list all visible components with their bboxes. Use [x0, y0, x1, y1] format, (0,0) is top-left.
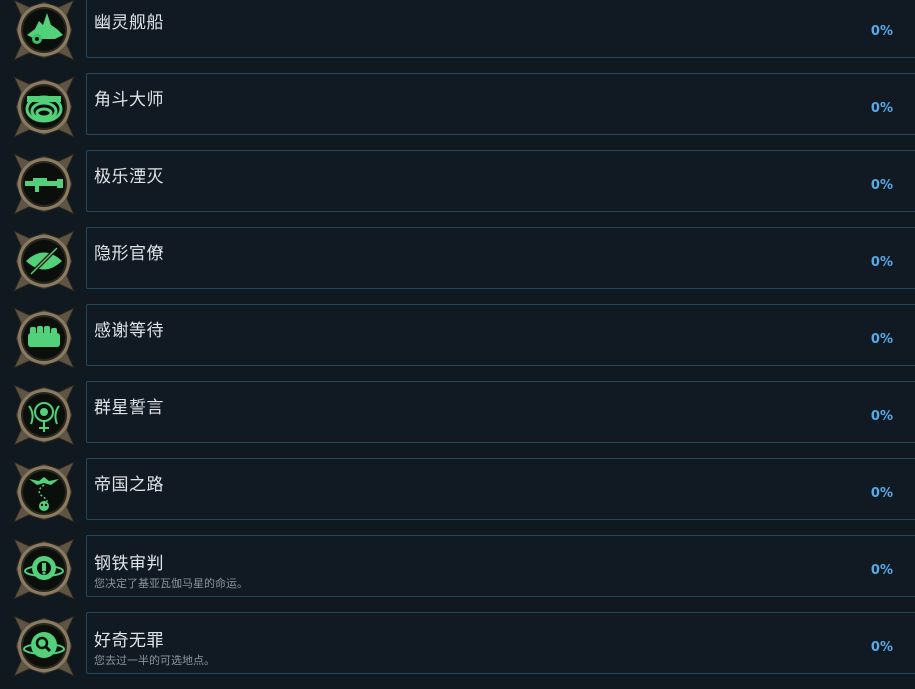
- achievement-row[interactable]: 角斗大师 0%: [0, 73, 915, 150]
- hidden-eye-icon: [13, 230, 75, 292]
- unlock-percentage: 0%: [870, 563, 893, 578]
- imperial-path-icon: [13, 461, 75, 523]
- arena-rings-icon: [13, 76, 75, 138]
- achievement-row[interactable]: 隐形官僚 0%: [0, 227, 915, 304]
- achievement-row[interactable]: 感谢等待 0%: [0, 304, 915, 381]
- achievement-row[interactable]: 幽灵舰船 0%: [0, 0, 915, 73]
- unlock-percentage: 0%: [870, 255, 893, 270]
- achievement-title: 极乐湮灭: [94, 167, 164, 187]
- ghost-ship-icon: [13, 0, 75, 61]
- achievement-panel: 角斗大师 0%: [86, 73, 915, 135]
- achievement-row[interactable]: 好奇无罪 您去过一半的可选地点。 0%: [0, 612, 915, 689]
- achievement-panel: 好奇无罪 您去过一半的可选地点。 0%: [86, 612, 915, 674]
- achievement-panel: 隐形官僚 0%: [86, 227, 915, 289]
- achievement-panel: 钢铁审判 您决定了基亚瓦伽马星的命运。 0%: [86, 535, 915, 597]
- achievement-row[interactable]: 极乐湮灭 0%: [0, 150, 915, 227]
- unlock-percentage: 0%: [870, 101, 893, 116]
- achievement-title: 帝国之路: [94, 475, 164, 495]
- magnifier-planet-icon: [13, 615, 75, 677]
- achievement-description: 您决定了基亚瓦伽马星的命运。: [94, 577, 248, 590]
- achievement-row[interactable]: 钢铁审判 您决定了基亚瓦伽马星的命运。 0%: [0, 535, 915, 612]
- achievement-row[interactable]: 群星誓言 0%: [0, 381, 915, 458]
- achievement-title: 隐形官僚: [94, 244, 164, 264]
- achievement-panel: 感谢等待 0%: [86, 304, 915, 366]
- achievement-title: 群星誓言: [94, 398, 164, 418]
- unlock-percentage: 0%: [870, 24, 893, 39]
- achievement-panel: 帝国之路 0%: [86, 458, 915, 520]
- unlock-percentage: 0%: [870, 409, 893, 424]
- achievement-panel: 群星誓言 0%: [86, 381, 915, 443]
- star-oath-icon: [13, 384, 75, 446]
- achievement-list: 幽灵舰船 0% 角斗大师 0% 极乐湮灭 0% 隐形官僚 0% 感谢等待 0% …: [0, 0, 915, 689]
- achievement-panel: 幽灵舰船 0%: [86, 0, 915, 58]
- fist-icon: [13, 307, 75, 369]
- achievement-title: 感谢等待: [94, 321, 164, 341]
- rifle-icon: [13, 153, 75, 215]
- unlock-percentage: 0%: [870, 640, 893, 655]
- unlock-percentage: 0%: [870, 486, 893, 501]
- cog-planet-icon: [13, 538, 75, 600]
- unlock-percentage: 0%: [870, 332, 893, 347]
- achievement-title: 角斗大师: [94, 90, 164, 110]
- achievement-description: 您去过一半的可选地点。: [94, 654, 215, 667]
- unlock-percentage: 0%: [870, 178, 893, 193]
- achievement-title: 好奇无罪: [94, 631, 164, 651]
- achievement-row[interactable]: 帝国之路 0%: [0, 458, 915, 535]
- achievement-title: 幽灵舰船: [94, 13, 164, 33]
- achievement-title: 钢铁审判: [94, 554, 164, 574]
- achievement-panel: 极乐湮灭 0%: [86, 150, 915, 212]
